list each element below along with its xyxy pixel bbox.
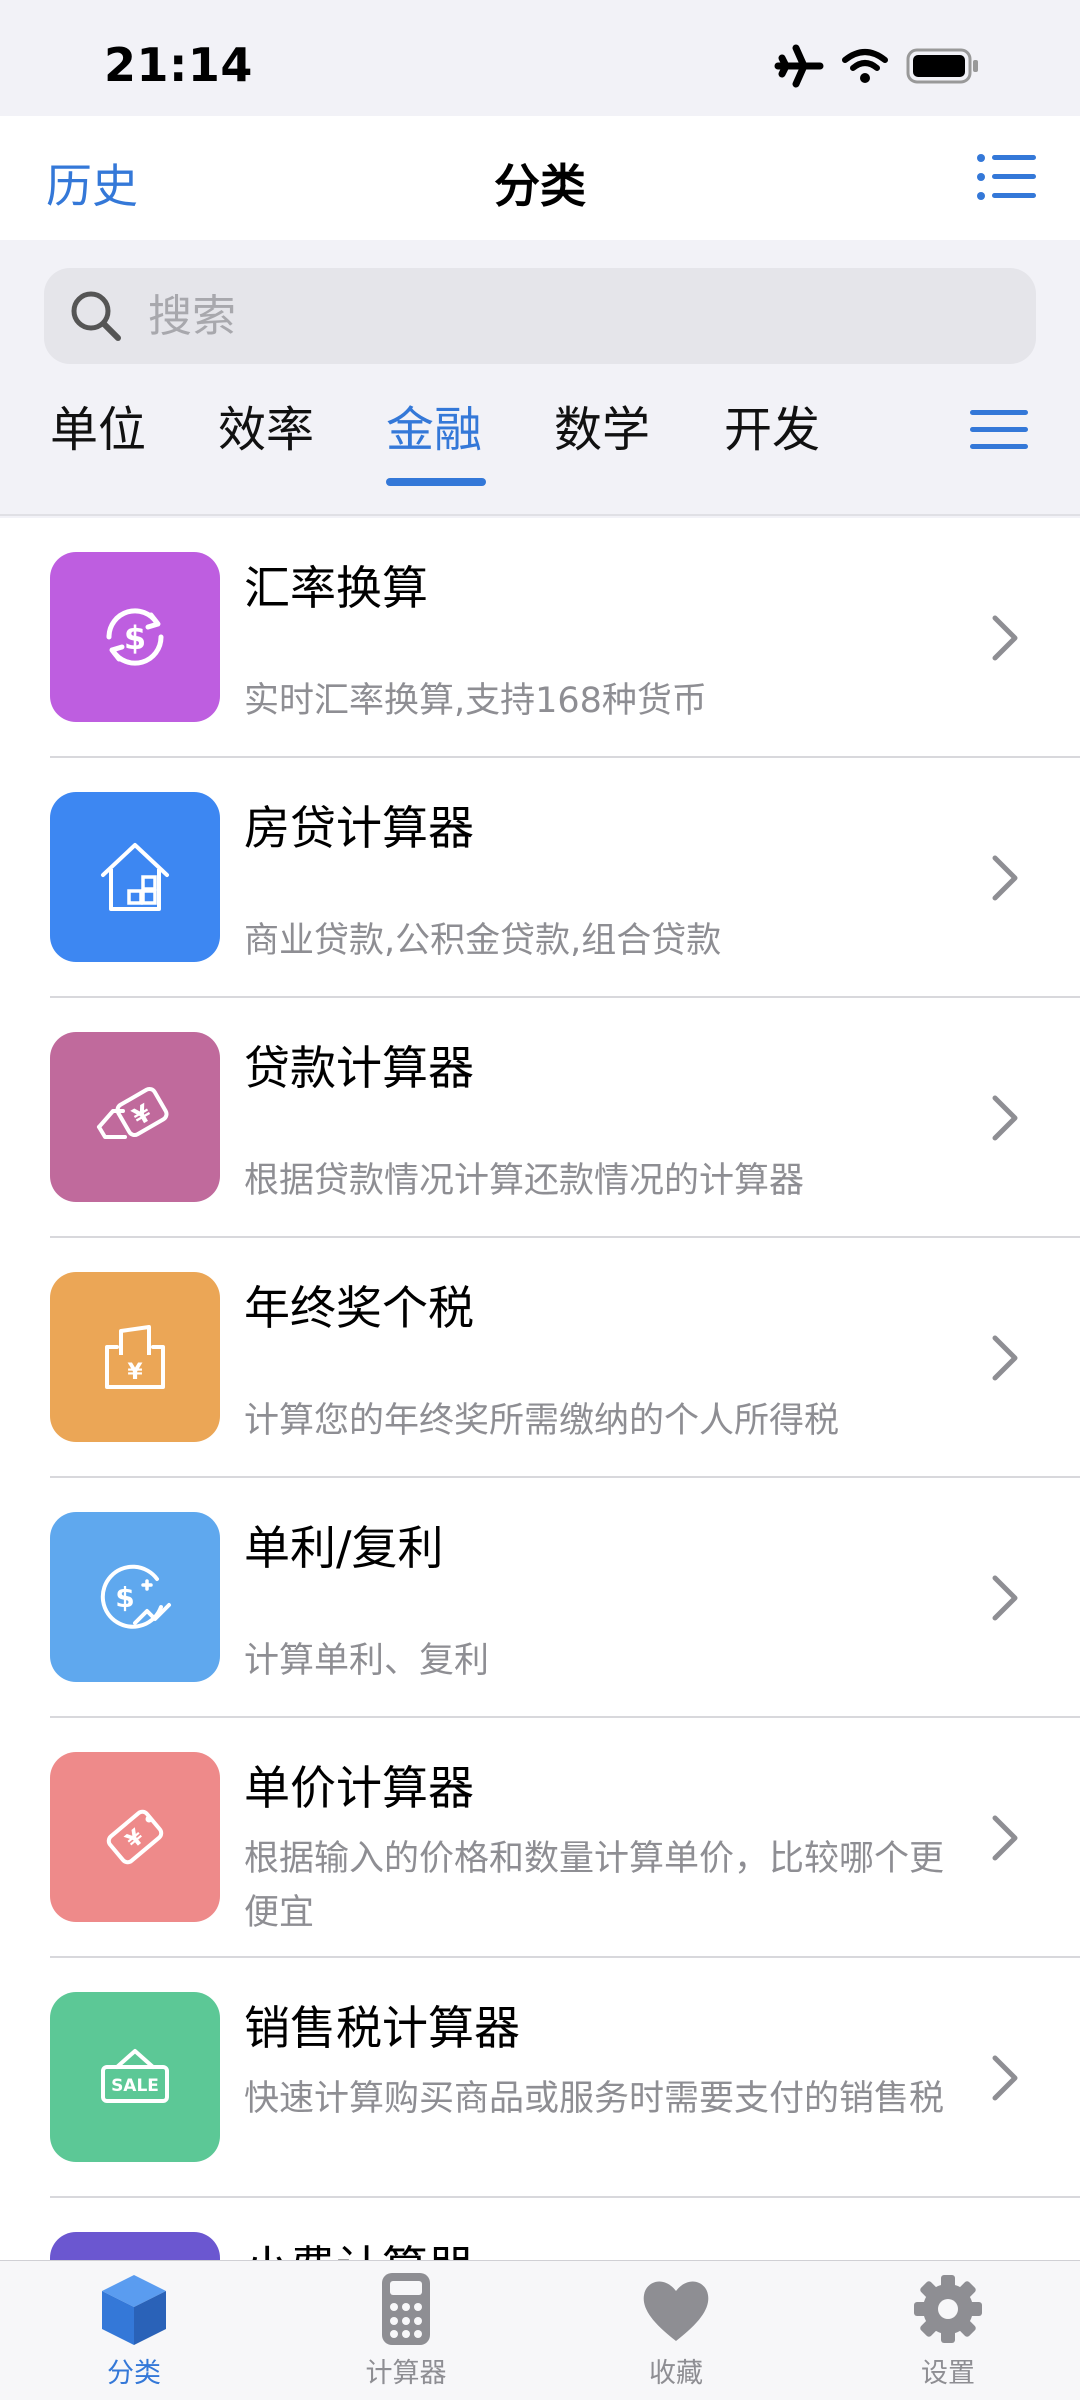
chevron-right-icon [992,1335,1018,1381]
item-icon-bg: $ [50,1512,220,1682]
tabbar-label: 分类 [107,2358,161,2389]
chevron-right-icon [992,1095,1018,1141]
list-item[interactable]: $ 单利/复利 计算单利、复利 [0,1478,1080,1718]
svg-text:$: $ [115,1581,134,1614]
wifi-icon [842,49,888,83]
list-item[interactable]: $ 汇率换算 实时汇率换算,支持168种货币 [0,518,1080,758]
item-title: 单价计算器 [244,1761,474,1815]
interest-icon: $ [100,1564,171,1629]
item-icon-bg [50,2232,220,2260]
airplane-icon [774,44,824,88]
item-desc: 实时汇率换算,支持168种货币 [244,681,707,721]
status-icons [774,44,980,88]
tab-math[interactable]: 数学 [554,390,650,460]
gear-icon [914,2275,982,2343]
item-icon-bg: ¥ [50,1752,220,1922]
tool-list: $ 汇率换算 实时汇率换算,支持168种货币 房贷计算器 商业贷款,公积金贷款,… [0,518,1080,2260]
chevron-right-icon [992,1575,1018,1621]
list-item[interactable]: SALE 销售税计算器 快速计算购买商品或服务时需要支付的销售税 [0,1958,1080,2198]
tabbar-calculator[interactable]: 计算器 [336,2271,476,2390]
status-time: 21:14 [104,38,253,92]
tab-development[interactable]: 开发 [724,390,820,460]
item-title: 销售税计算器 [244,2001,520,2055]
page-title: 分类 [494,159,586,213]
item-title: 单利/复利 [244,1521,444,1575]
category-tabs: 单位 效率 金融 数学 开发 [0,390,1080,480]
svg-text:¥: ¥ [127,1360,143,1385]
tab-efficiency[interactable]: 效率 [218,390,314,460]
list-item[interactable]: ¥ 贷款计算器 根据贷款情况计算还款情况的计算器 [0,998,1080,1238]
list-item[interactable]: 小费计算器 [0,2198,1080,2260]
calculator-icon [382,2273,430,2345]
nav-bar: 历史 分类 [0,116,1080,240]
item-icon-bg: ¥ [50,1032,220,1202]
item-desc: 计算您的年终奖所需缴纳的个人所得税 [244,1401,840,1441]
list-item[interactable]: ¥ 年终奖个税 计算您的年终奖所需缴纳的个人所得税 [0,1238,1080,1478]
item-desc: 根据输入的价格和数量计算单价，比较哪个更便宜 [244,1839,945,1933]
item-icon-bg [50,792,220,962]
chevron-right-icon [992,1815,1018,1861]
list-icon[interactable] [976,152,1036,202]
item-desc: 快速计算购买商品或服务时需要支付的销售税 [244,2079,945,2119]
heart-icon [643,2281,709,2341]
bonus-envelope-icon: ¥ [105,1325,165,1389]
battery-icon [906,48,978,84]
search-input[interactable] [148,268,1008,364]
tabbar-label: 设置 [921,2358,975,2389]
item-title: 年终奖个税 [244,1281,474,1335]
currency-exchange-icon: $ [106,608,164,666]
search-icon [71,291,121,341]
item-icon-bg: ¥ [50,1272,220,1442]
svg-text:SALE: SALE [111,2076,159,2096]
tabbar-settings[interactable]: 设置 [878,2271,1018,2390]
header-area: 单位 效率 金融 数学 开发 [0,240,1080,516]
tabbar-label: 收藏 [649,2358,703,2389]
tabbar-category[interactable]: 分类 [64,2271,204,2390]
item-title: 房贷计算器 [244,801,474,855]
menu-icon[interactable] [970,408,1028,452]
tab-finance[interactable]: 金融 [386,390,482,460]
chevron-right-icon [992,2055,1018,2101]
item-title: 贷款计算器 [244,1041,474,1095]
status-bar: 21:14 [0,0,1080,116]
item-desc: 商业贷款,公积金贷款,组合贷款 [244,921,722,961]
loan-icon: ¥ [97,1086,169,1139]
item-title: 小费计算器 [244,2232,474,2260]
item-icon-bg: $ [50,552,220,722]
price-tag-icon: ¥ [106,1809,164,1865]
tab-bar: 分类 计算器 收藏 设置 [0,2260,1080,2400]
cube-icon [102,2275,166,2345]
list-item[interactable]: 房贷计算器 商业贷款,公积金贷款,组合贷款 [0,758,1080,998]
list-item[interactable]: ¥ 单价计算器 根据输入的价格和数量计算单价，比较哪个更便宜 [0,1718,1080,1958]
item-desc: 计算单利、复利 [244,1641,490,1681]
item-desc: 根据贷款情况计算还款情况的计算器 [244,1161,805,1201]
tabbar-label: 计算器 [365,2358,447,2389]
search-box[interactable] [44,268,1036,364]
tab-units[interactable]: 单位 [50,390,146,460]
item-title: 汇率换算 [244,561,428,615]
chevron-right-icon [992,615,1018,661]
tabbar-favorites[interactable]: 收藏 [606,2271,746,2390]
active-tab-indicator [386,478,486,486]
item-icon-bg: SALE [50,1992,220,2162]
chevron-right-icon [992,855,1018,901]
house-icon [101,843,169,911]
sale-sign-icon: SALE [101,2049,169,2103]
svg-text:$: $ [124,619,146,657]
